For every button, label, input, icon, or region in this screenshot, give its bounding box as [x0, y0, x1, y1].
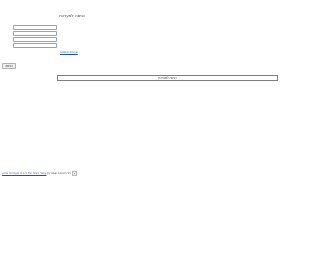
password-field[interactable] [13, 31, 57, 36]
enter-button[interactable]: כניסה [2, 63, 16, 69]
footer-home-link[interactable]: עמוד הבית של ב.ג.ה מערכות מידע [2, 171, 46, 176]
code-field[interactable] [13, 43, 57, 48]
page-title: כניסה למערכת [59, 13, 85, 18]
login-page: כניסה למערכת שכחתי סיסמה כניסה כניסה למע… [0, 0, 336, 280]
forgot-password-link[interactable]: שכחתי סיסמה [60, 50, 78, 54]
company-field[interactable] [13, 37, 57, 42]
login-submit-button[interactable]: כניסה למערכת [57, 75, 278, 81]
broken-image-icon [71, 171, 77, 176]
username-field[interactable] [13, 25, 57, 30]
footer-copyright-text: כל הזכויות שמורות [47, 171, 71, 175]
footer: עמוד הבית של ב.ג.ה מערכות מידע כל הזכויו… [2, 171, 77, 176]
